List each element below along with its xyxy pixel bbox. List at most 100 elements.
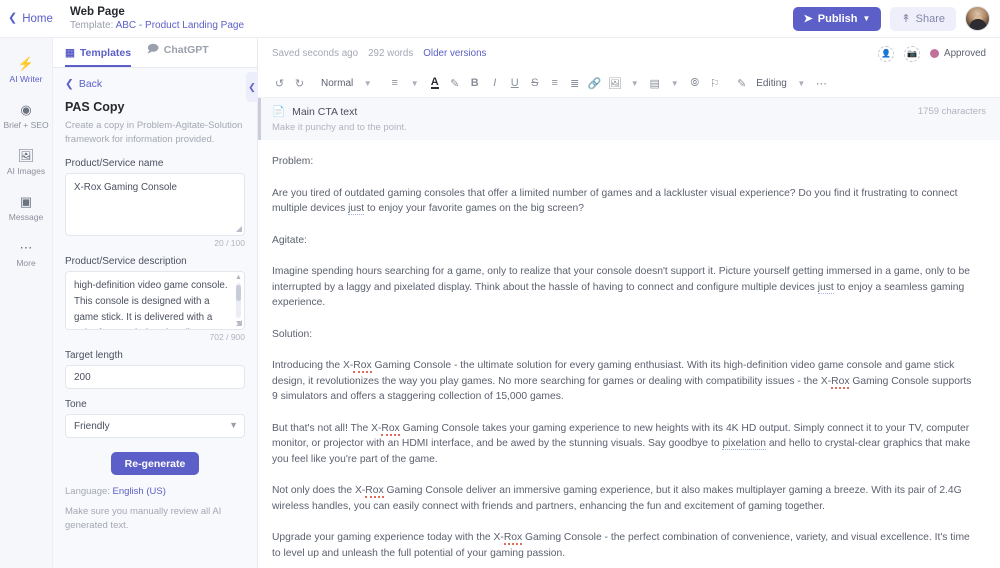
paragraph-agitate-label[interactable]: Agitate: — [272, 233, 978, 249]
section-hint: Make it punchy and to the point. — [272, 122, 407, 133]
chevron-left-icon: ❮ — [248, 81, 256, 92]
publish-button[interactable]: ➤ Publish ▼ — [792, 6, 882, 31]
older-versions-link[interactable]: Older versions — [423, 48, 486, 59]
status-badge[interactable]: Approved — [930, 48, 986, 59]
scrollbar-track[interactable] — [236, 283, 241, 318]
bullet-list-icon[interactable]: ≡ — [545, 73, 564, 93]
paragraph-problem[interactable]: Are you tired of outdated gaming console… — [272, 186, 978, 217]
clear-format-icon[interactable]: ⦾ — [685, 73, 704, 93]
chat-icon: 🗩 — [147, 43, 159, 55]
editor-toolbar: ↺ ↻ Normal ▼ ≡ ▼ A ✎ B I U S ≡ ≣ 🔗 🖼 ▼ ▤ — [258, 69, 1000, 98]
chevron-down-icon[interactable]: ▼ — [405, 73, 424, 93]
more-options-icon[interactable]: ⋯ — [812, 73, 831, 93]
underline-icon[interactable]: U — [505, 73, 524, 93]
product-description-input[interactable] — [65, 271, 245, 330]
regenerate-button[interactable]: Re-generate — [110, 452, 200, 475]
tab-label: Templates — [79, 47, 132, 59]
home-back-link[interactable]: ❮ Home — [8, 13, 64, 25]
chevron-down-icon[interactable]: ▼ — [792, 73, 811, 93]
comment-icon[interactable]: ⚐ — [705, 73, 724, 93]
chevron-left-icon: ❮ — [8, 12, 18, 24]
section-character-count: 1759 characters — [917, 106, 986, 117]
link-icon[interactable]: 🔗 — [585, 73, 604, 93]
redo-icon[interactable]: ↻ — [290, 73, 309, 93]
paragraph-agitate[interactable]: Imagine spending hours searching for a g… — [272, 264, 978, 311]
chevron-down-icon[interactable]: ▼ — [665, 73, 684, 93]
rail-item-brief-seo[interactable]: ◉ Brief + SEO — [0, 94, 53, 140]
rail-item-ai-images[interactable]: 🖼 AI Images — [0, 140, 53, 186]
avatar[interactable] — [965, 6, 990, 31]
ellipsis-icon: ⋯ — [19, 240, 33, 255]
undo-icon[interactable]: ↺ — [270, 73, 289, 93]
target-icon: ◉ — [20, 102, 32, 117]
paragraph-solution-2[interactable]: But that's not all! The X-Rox Gaming Con… — [272, 421, 978, 468]
language-link[interactable]: English (US) — [113, 486, 166, 497]
template-panel: ▦ Templates 🗩 ChatGPT ❮ ❮ Back PAS Copy … — [53, 38, 258, 568]
chevron-down-icon[interactable]: ▼ — [358, 73, 377, 93]
paragraph-solution-1[interactable]: Introducing the X-Rox Gaming Console - t… — [272, 358, 978, 405]
paragraph-solution-label[interactable]: Solution: — [272, 327, 978, 343]
document-body[interactable]: Problem: Are you tired of outdated gamin… — [258, 140, 1000, 561]
editing-mode-label[interactable]: Editing — [752, 73, 791, 93]
saved-status: Saved seconds ago — [272, 48, 359, 59]
rail-item-label: More — [16, 258, 36, 268]
chevron-down-icon: ▼ — [862, 14, 871, 23]
resize-grip-icon[interactable]: ◢ — [236, 225, 242, 233]
tab-chatgpt[interactable]: 🗩 ChatGPT — [147, 41, 209, 67]
icon-rail: ⚡ AI Writer ◉ Brief + SEO 🖼 AI Images ▣ … — [0, 38, 53, 568]
italic-icon[interactable]: I — [485, 73, 504, 93]
document-scroll-area[interactable]: 📄 Main CTA text Make it punchy and to th… — [258, 98, 1000, 568]
section-title: Main CTA text — [292, 105, 358, 118]
chevron-down-icon: ▼ — [229, 420, 238, 430]
table-icon[interactable]: ▤ — [645, 73, 664, 93]
chevron-left-icon: ❮ — [65, 78, 74, 90]
product-description-counter: 702 / 900 — [209, 332, 245, 342]
tab-templates[interactable]: ▦ Templates — [65, 47, 132, 67]
text-color-icon[interactable]: A — [425, 73, 444, 93]
tone-select[interactable]: Friendly — [65, 414, 245, 438]
paragraph-style-select[interactable]: Normal — [317, 73, 357, 93]
product-name-input[interactable] — [65, 173, 245, 236]
strikethrough-icon[interactable]: S — [525, 73, 544, 93]
paragraph-problem-label[interactable]: Problem: — [272, 154, 978, 170]
spellcheck-word: Rox — [381, 422, 400, 436]
app-root: ❮ Home Web Page Template: ABC - Product … — [0, 0, 1000, 568]
rail-item-more[interactable]: ⋯ More — [0, 232, 53, 278]
section-main-cta[interactable]: 📄 Main CTA text Make it punchy and to th… — [258, 98, 1000, 140]
spellcheck-word: just — [348, 203, 365, 215]
paragraph-solution-3[interactable]: Not only does the X-Rox Gaming Console d… — [272, 483, 978, 514]
upload-icon: ↟ — [901, 13, 911, 25]
rail-item-label: Brief + SEO — [3, 120, 49, 130]
panel-tabs: ▦ Templates 🗩 ChatGPT — [53, 38, 257, 68]
collapse-panel-button[interactable]: ❮ — [246, 72, 258, 102]
numbered-list-icon[interactable]: ≣ — [565, 73, 584, 93]
rail-item-ai-writer[interactable]: ⚡ AI Writer — [0, 48, 53, 94]
document-meta: Web Page Template: ABC - Product Landing… — [64, 5, 793, 33]
home-label: Home — [22, 12, 53, 25]
pencil-icon[interactable]: ✎ — [732, 73, 751, 93]
rail-item-message[interactable]: ▣ Message — [0, 186, 53, 232]
image-icon[interactable]: 🖼 — [605, 73, 624, 93]
template-breadcrumb: Template: ABC - Product Landing Page — [70, 19, 793, 33]
tone-label: Tone — [65, 399, 87, 410]
send-icon: ➤ — [803, 13, 813, 25]
back-button[interactable]: ❮ Back — [65, 78, 245, 90]
highlighter-icon[interactable]: ✎ — [445, 73, 464, 93]
page-title: Web Page — [70, 5, 125, 18]
rail-item-label: AI Writer — [9, 74, 43, 84]
scrollbar-thumb[interactable] — [236, 285, 241, 301]
add-comment-icon[interactable]: 📷 — [904, 45, 921, 62]
top-header: ❮ Home Web Page Template: ABC - Product … — [0, 0, 1000, 38]
bold-icon[interactable]: B — [465, 73, 484, 93]
chevron-down-icon[interactable]: ▼ — [625, 73, 644, 93]
target-length-label: Target length — [65, 350, 123, 361]
target-length-input[interactable] — [65, 365, 245, 389]
share-button[interactable]: ↟ Share — [890, 6, 956, 31]
align-left-icon[interactable]: ≡ — [385, 73, 404, 93]
add-person-icon[interactable]: 👤 — [878, 45, 895, 62]
resize-grip-icon[interactable]: ◢ — [236, 319, 242, 327]
app-body: ⚡ AI Writer ◉ Brief + SEO 🖼 AI Images ▣ … — [0, 38, 1000, 568]
template-link[interactable]: ABC - Product Landing Page — [116, 20, 244, 31]
paragraph-solution-4[interactable]: Upgrade your gaming experience today wit… — [272, 530, 978, 561]
scroll-up-icon[interactable]: ▲ — [235, 274, 242, 281]
